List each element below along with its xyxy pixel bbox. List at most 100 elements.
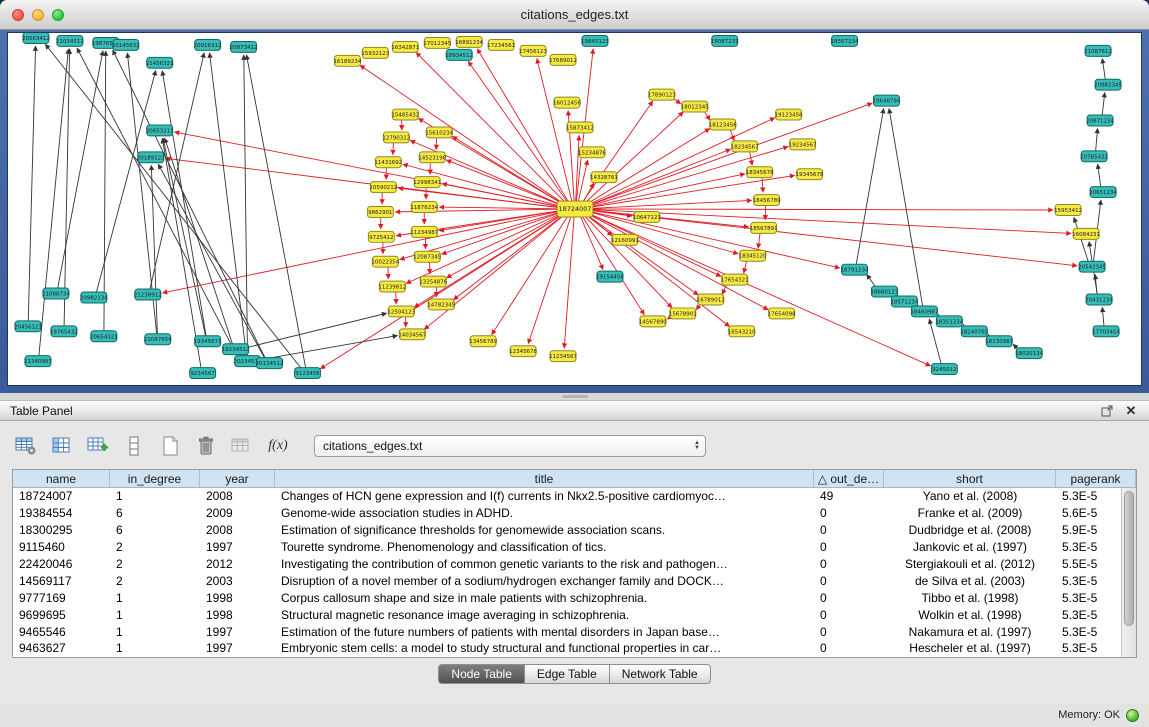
graph-node[interactable]: 21087654 xyxy=(144,334,172,345)
network-view[interactable]: 18724007 15485432 12790312 11431692 10590212… xyxy=(7,32,1142,386)
graph-node[interactable]: 20653211 xyxy=(146,125,174,136)
graph-node[interactable]: 20871234 xyxy=(1086,115,1114,126)
graph-node[interactable]: 21087612 xyxy=(1084,45,1112,56)
graph-node[interactable]: 18456789 xyxy=(753,195,781,206)
graph-node[interactable]: 14523198 xyxy=(418,152,446,163)
delete-table-button[interactable] xyxy=(192,433,220,459)
graph-node[interactable]: 20145632 xyxy=(112,39,140,50)
graph-node[interactable]: 15932123 xyxy=(361,47,389,58)
graph-node[interactable]: 19345671 xyxy=(194,336,222,347)
graph-node[interactable]: 12160991 xyxy=(611,234,639,245)
graph-node[interactable]: 17012345 xyxy=(423,37,451,48)
float-panel-icon[interactable] xyxy=(1099,403,1115,419)
graph-node[interactable]: 20765432 xyxy=(1080,151,1108,162)
show-columns-button[interactable] xyxy=(48,433,76,459)
graph-node[interactable]: 15610234 xyxy=(425,127,453,138)
table-row[interactable]: 1456911722003Disruption of a novel membe… xyxy=(13,572,1136,589)
graph-node[interactable]: 9245012 xyxy=(931,364,957,375)
graph-node[interactable]: 10590212 xyxy=(369,182,397,193)
graph-node[interactable]: 20982345 xyxy=(1094,79,1122,90)
graph-node[interactable]: 11431692 xyxy=(374,157,402,168)
graph-node[interactable]: 21238912 xyxy=(134,289,162,300)
graph-node[interactable]: 15678901 xyxy=(669,308,697,319)
graph-node[interactable]: 11239812 xyxy=(378,281,406,292)
graph-node[interactable]: 11234987 xyxy=(410,226,438,237)
graph-node[interactable]: 19345678 xyxy=(796,169,824,180)
table-settings-button[interactable] xyxy=(12,433,40,459)
graph-node[interactable]: 16789012 xyxy=(697,294,725,305)
splitter-handle-icon[interactable] xyxy=(562,395,588,398)
graph-node[interactable]: 17456123 xyxy=(519,45,547,56)
graph-node[interactable]: 18020134 xyxy=(1015,348,1043,359)
graph-node[interactable]: 20189123 xyxy=(137,152,165,163)
tab-network-table[interactable]: Network Table xyxy=(610,664,711,684)
table-row[interactable]: 969969511998Structural magnetic resonanc… xyxy=(13,606,1136,623)
graph-node[interactable]: 12998341 xyxy=(413,177,441,188)
graph-node[interactable]: 17654098 xyxy=(768,308,796,319)
graph-node[interactable]: 19845123 xyxy=(581,35,609,46)
graph-node[interactable]: 12790312 xyxy=(382,132,410,143)
graph-node[interactable]: 18240765 xyxy=(960,326,988,337)
graph-node[interactable]: 15485432 xyxy=(391,109,419,120)
graph-node[interactable]: 17890123 xyxy=(648,89,676,100)
graph-node[interactable]: 16891234 xyxy=(455,36,483,47)
graph-node[interactable]: 19234567 xyxy=(789,139,817,150)
graph-node[interactable]: 19154456 xyxy=(596,271,624,282)
table-row[interactable]: 1938455462009Genome-wide association stu… xyxy=(13,505,1136,522)
graph-node[interactable]: 20873412 xyxy=(230,41,258,52)
rename-column-button[interactable] xyxy=(120,433,148,459)
graph-node[interactable]: 20916312 xyxy=(194,39,222,50)
graph-node[interactable]: 21034512 xyxy=(56,35,84,46)
network-canvas[interactable]: 18724007 15485432 12790312 11431692 10590212… xyxy=(8,33,1141,385)
graph-node[interactable]: 16342871 xyxy=(391,41,419,52)
graph-node[interactable]: 19234512 xyxy=(222,344,250,355)
graph-node[interactable]: 15953412 xyxy=(1054,205,1082,216)
graph-node[interactable]: 16543210 xyxy=(728,326,756,337)
tab-edge-table[interactable]: Edge Table xyxy=(525,664,610,684)
graph-node[interactable]: 18934512 xyxy=(445,49,473,60)
column-header-out_degree[interactable]: △ out_de… xyxy=(814,470,884,487)
graph-node[interactable]: 20654321 xyxy=(90,331,118,342)
graph-node[interactable]: 14034567 xyxy=(398,329,426,340)
graph-node[interactable]: 19087231 xyxy=(711,35,739,46)
create-column-button[interactable] xyxy=(84,433,112,459)
graph-node[interactable]: 18345678 xyxy=(746,167,774,178)
graph-node[interactable]: 18680123 xyxy=(871,286,899,297)
graph-node[interactable]: 12504123 xyxy=(387,306,415,317)
function-builder-button[interactable]: f(x) xyxy=(264,433,292,459)
network-window-titlebar[interactable]: citations_edges.txt xyxy=(0,0,1149,30)
graph-node[interactable]: 18123456 xyxy=(709,119,737,130)
graph-node[interactable]: 20651234 xyxy=(1089,187,1117,198)
column-header-name[interactable]: name xyxy=(13,470,110,487)
column-header-short[interactable]: short xyxy=(884,470,1056,487)
graph-node[interactable]: 20542345 xyxy=(1078,261,1106,272)
graph-node[interactable]: 18012345 xyxy=(681,101,709,112)
table-row[interactable]: 1872400712008Changes of HCN gene express… xyxy=(13,488,1136,505)
merge-table-button[interactable] xyxy=(228,433,256,459)
graph-node[interactable]: 21340987 xyxy=(24,356,52,367)
graph-node[interactable]: 17689012 xyxy=(549,54,577,65)
graph-node[interactable]: 18567234 xyxy=(831,35,859,46)
table-row[interactable]: 946362711997Embryonic stem cells: a mode… xyxy=(13,640,1136,657)
graph-node[interactable]: 17654321 xyxy=(721,274,749,285)
graph-node[interactable]: 20431234 xyxy=(1085,294,1113,305)
graph-node[interactable]: 19765432 xyxy=(50,326,78,337)
table-row[interactable]: 977716911998Corpus callosum shape and si… xyxy=(13,589,1136,606)
column-header-title[interactable]: title xyxy=(275,470,814,487)
table-row[interactable]: 911546021997Tourette syndrome. Phenomeno… xyxy=(13,539,1136,556)
close-panel-icon[interactable]: ✕ xyxy=(1123,403,1139,419)
tab-node-table[interactable]: Node Table xyxy=(438,664,525,684)
graph-node[interactable]: 18351234 xyxy=(935,316,963,327)
graph-node[interactable]: 18130987 xyxy=(985,336,1013,347)
graph-node[interactable]: 9234567 xyxy=(190,368,216,379)
graph-node[interactable]: 18567891 xyxy=(750,222,778,233)
graph-node[interactable]: 13254876 xyxy=(419,276,447,287)
graph-node[interactable]: 18724007 xyxy=(557,201,593,217)
graph-node[interactable]: 19648794 xyxy=(873,95,901,106)
graph-node[interactable]: 17703454 xyxy=(1092,326,1120,337)
new-table-button[interactable] xyxy=(156,433,184,459)
graph-node[interactable]: 16189234 xyxy=(333,55,361,66)
graph-node[interactable]: 18345120 xyxy=(739,250,767,261)
graph-node[interactable]: 20456123 xyxy=(14,321,42,332)
graph-node[interactable]: 21456321 xyxy=(146,57,174,68)
